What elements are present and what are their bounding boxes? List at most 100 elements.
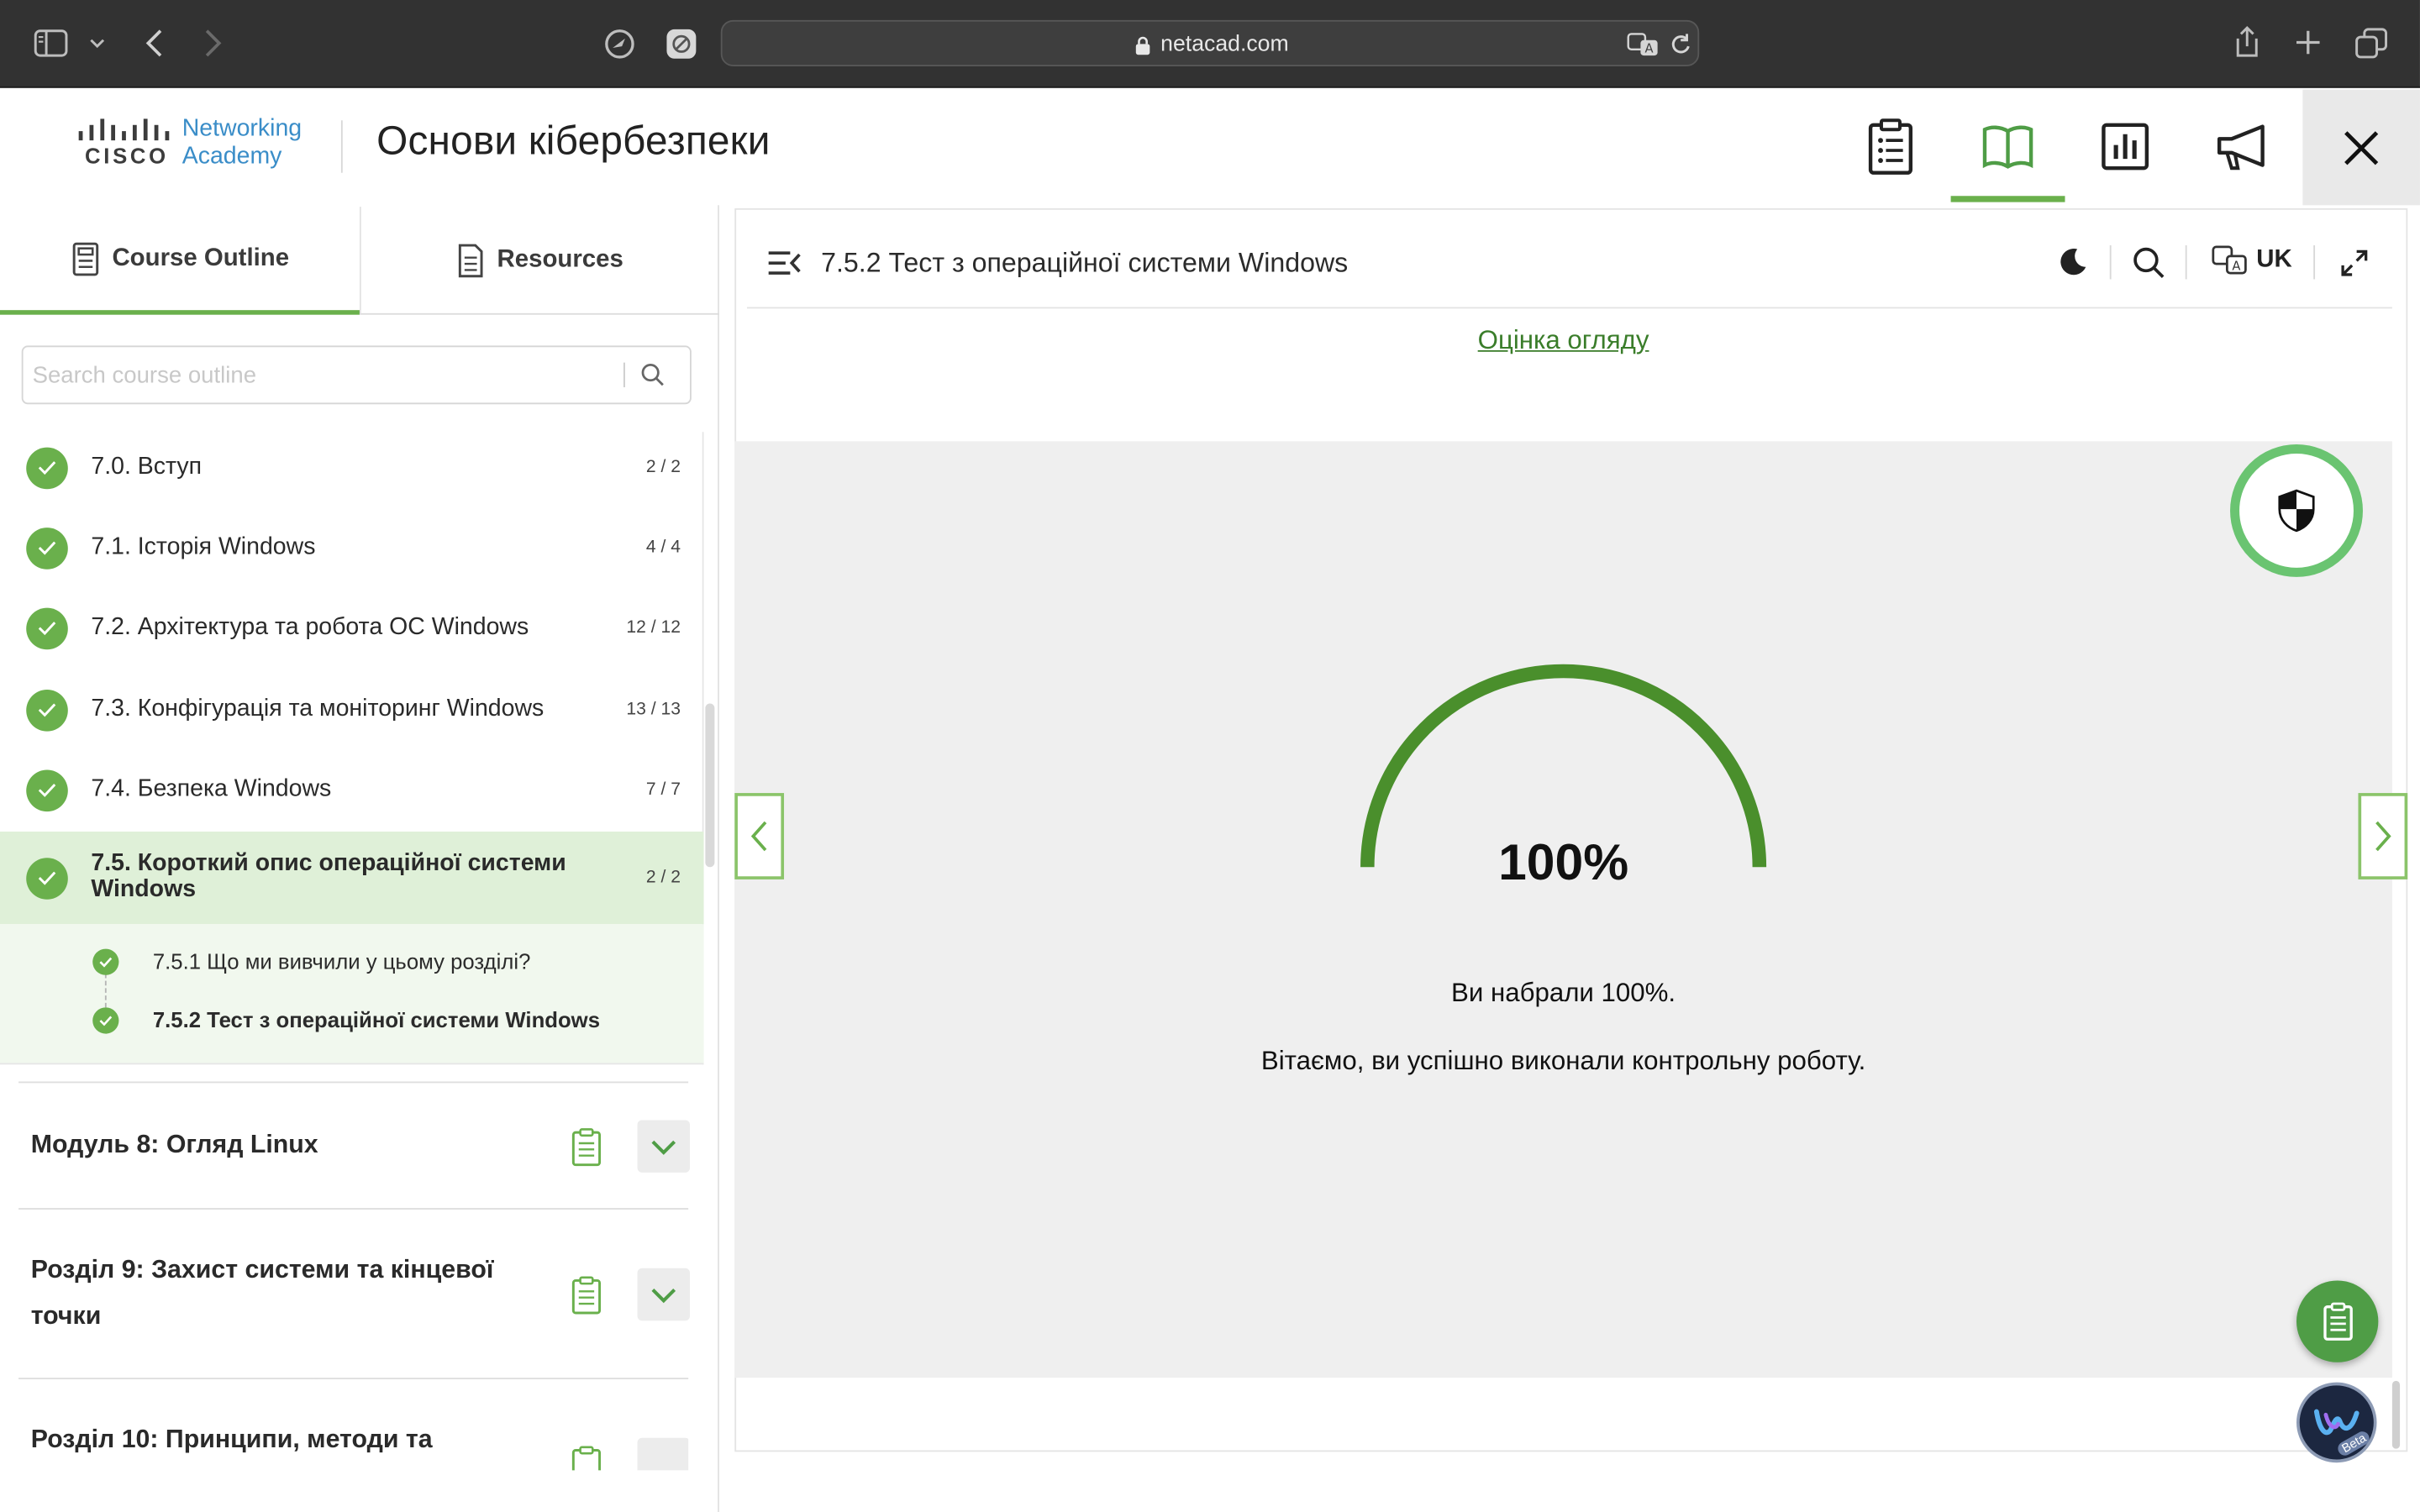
expand-module-button[interactable] xyxy=(637,1437,689,1471)
expand-module-button[interactable] xyxy=(637,1268,691,1321)
outline-search[interactable] xyxy=(21,345,692,405)
logo-line-1: Networking xyxy=(182,115,302,142)
language-button[interactable]: A UK xyxy=(2212,245,2292,276)
extension-icon[interactable] xyxy=(666,28,698,60)
language-icon: A xyxy=(2212,245,2247,275)
language-code: UK xyxy=(2256,246,2292,274)
outline-item-count: 4 / 4 xyxy=(645,538,681,558)
cisco-logo[interactable]: CISCO xyxy=(77,118,170,168)
module-title-line-1: Розділ 9: Захист системи та кінцевої xyxy=(30,1256,494,1284)
outline-item-active[interactable]: 7.5. Короткий опис операційної системи W… xyxy=(0,831,704,925)
translate-icon[interactable]: A xyxy=(1627,33,1660,57)
outline-item-count: 13 / 13 xyxy=(626,700,681,719)
cisco-wordmark: CISCO xyxy=(85,143,169,169)
chevron-down-icon xyxy=(651,1139,676,1154)
reload-icon[interactable] xyxy=(1670,33,1693,57)
subitem-current[interactable]: 7.5.2 Тест з операційної системи Windows xyxy=(0,997,704,1043)
grades-button[interactable] xyxy=(1833,109,1948,183)
previous-page-button[interactable] xyxy=(734,793,785,879)
outline-item-label: 7.0. Вступ xyxy=(91,453,203,480)
completed-check-icon xyxy=(26,769,68,811)
dark-mode-icon[interactable] xyxy=(2057,247,2088,278)
tab-course-outline[interactable]: Course Outline xyxy=(0,207,360,315)
subitem-label: 7.5.2 Тест з операційної системи Windows xyxy=(152,1007,600,1032)
clipboard-icon xyxy=(2323,1302,2352,1341)
quiz-fab-button[interactable] xyxy=(2296,1280,2379,1362)
megaphone-icon xyxy=(2217,124,2265,171)
outline-item[interactable]: 7.2. Архітектура та робота ОС Windows 12… xyxy=(0,592,704,663)
chevron-right-icon xyxy=(2375,821,2391,852)
outline-item-count: 2 / 2 xyxy=(645,458,681,477)
outline-item-label: 7.1. Історія Windows xyxy=(91,533,316,560)
svg-text:A: A xyxy=(1644,41,1653,55)
new-tab-icon[interactable] xyxy=(2295,29,2321,55)
outline-item[interactable]: 7.4. Безпека Windows 7 / 7 xyxy=(0,754,704,825)
privacy-icon[interactable] xyxy=(603,28,636,60)
logo-line-2: Academy xyxy=(182,143,282,171)
announcements-button[interactable] xyxy=(2186,109,2300,183)
module-9[interactable]: Розділ 9: Захист системи та кінцевої точ… xyxy=(18,1208,691,1378)
search-divider xyxy=(623,362,625,388)
content-scrollbar[interactable] xyxy=(2391,1380,2401,1449)
next-page-button[interactable] xyxy=(2358,793,2408,879)
tab-overview-icon[interactable] xyxy=(2355,28,2388,59)
score-message: Ви набрали 100%. xyxy=(1451,978,1676,1008)
close-icon xyxy=(2344,130,2379,165)
webex-icon xyxy=(2313,1409,2360,1436)
forward-icon[interactable] xyxy=(203,28,224,59)
fullscreen-icon[interactable] xyxy=(2339,249,2369,278)
close-course-button[interactable] xyxy=(2302,89,2420,206)
outline-item-label-line-2: Windows xyxy=(91,876,197,903)
search-icon[interactable] xyxy=(2133,247,2165,280)
completed-check-icon xyxy=(92,948,119,974)
page-title: 7.5.2 Тест з операційної системи Windows xyxy=(821,246,1349,278)
outline-search-input[interactable] xyxy=(32,359,619,391)
header-divider xyxy=(340,120,343,173)
bar-chart-icon xyxy=(2102,123,2149,171)
module-quiz-icon[interactable] xyxy=(571,1446,602,1471)
back-icon[interactable] xyxy=(144,28,166,59)
tab-course-outline-label: Course Outline xyxy=(112,244,290,271)
share-icon[interactable] xyxy=(2233,24,2261,58)
outline-item[interactable]: 7.3. Конфігурація та моніторинг Windows … xyxy=(0,675,704,745)
outline-scrollbar[interactable] xyxy=(705,703,715,868)
toolbar-divider xyxy=(2313,245,2316,280)
chevron-down-icon[interactable] xyxy=(88,37,107,50)
completed-check-icon xyxy=(92,1006,119,1033)
webex-assistant-button[interactable] xyxy=(2296,1382,2377,1463)
lock-icon xyxy=(1135,35,1150,55)
book-icon xyxy=(1982,125,2033,169)
outline-icon xyxy=(72,241,98,276)
course-book-button[interactable] xyxy=(1950,109,2065,202)
networking-academy-logo: Networking Academy xyxy=(182,116,302,171)
search-icon[interactable] xyxy=(640,363,665,387)
tab-resources[interactable]: Resources xyxy=(359,207,719,315)
review-score-link[interactable]: Оцінка огляду xyxy=(734,326,2392,357)
module-title: Розділ 10: Принципи, методи та xyxy=(30,1425,433,1454)
security-badge[interactable] xyxy=(2230,444,2363,577)
outline-item[interactable]: 7.0. Вступ 2 / 2 xyxy=(0,432,704,502)
completed-check-icon xyxy=(26,857,68,899)
completed-check-icon xyxy=(26,606,68,649)
score-percent: 100% xyxy=(1498,832,1629,890)
outline-item-label: 7.5. Короткий опис операційної системи W… xyxy=(91,850,566,902)
module-10[interactable]: Розділ 10: Принципи, методи та xyxy=(18,1378,689,1471)
module-quiz-icon[interactable] xyxy=(571,1128,602,1167)
module-8[interactable]: Модуль 8: Огляд Linux xyxy=(18,1081,691,1209)
outline-item[interactable]: 7.1. Історія Windows 4 / 4 xyxy=(0,512,704,583)
toolbar-divider xyxy=(2109,245,2112,280)
congrats-message: Вітаємо, ви успішно виконали контрольну … xyxy=(1260,1046,1866,1076)
subitem[interactable]: 7.5.1 Що ми вивчили у цьому розділі? xyxy=(0,938,704,984)
collapse-menu-icon[interactable] xyxy=(767,250,801,276)
chevron-left-icon xyxy=(750,821,767,852)
address-bar[interactable]: netacad.com A xyxy=(720,19,1700,66)
module-quiz-icon[interactable] xyxy=(571,1276,602,1315)
review-score-link-text[interactable]: Оцінка огляду xyxy=(1478,326,1649,355)
sidebar-toggle-icon[interactable] xyxy=(34,29,68,57)
progress-button[interactable] xyxy=(2068,109,2182,183)
expand-module-button[interactable] xyxy=(637,1120,691,1173)
quiz-result-panel xyxy=(734,441,2392,1378)
chevron-down-icon xyxy=(651,1288,676,1303)
module-title: Модуль 8: Огляд Linux xyxy=(30,1131,318,1159)
completed-check-icon xyxy=(26,527,68,569)
